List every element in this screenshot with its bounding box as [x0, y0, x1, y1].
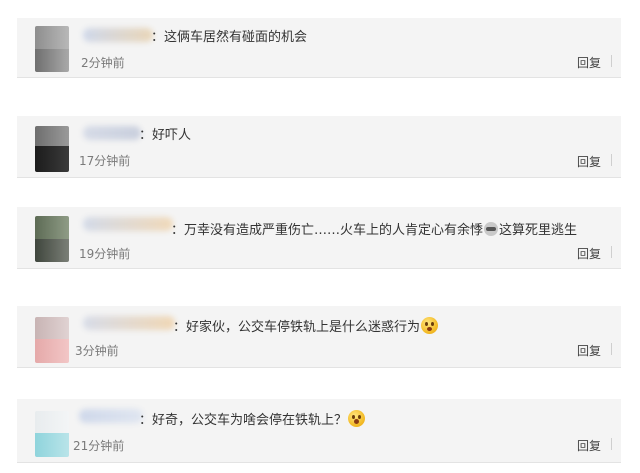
divider [611, 55, 612, 67]
avatar[interactable] [35, 26, 69, 72]
comment-time: 21分钟前 [73, 439, 125, 453]
username-blurred[interactable] [83, 28, 153, 42]
username-blurred[interactable] [79, 409, 143, 423]
comment-card: ：万幸没有造成严重伤亡……火车上的人肯定心有余悸 这算死里逃生 19分钟前 回复 [17, 207, 621, 269]
comment-text-part: ：万幸没有造成严重伤亡……火车上的人肯定心有余悸 [171, 223, 484, 238]
reply-button[interactable]: 回复 [577, 342, 601, 359]
comment-text-part: 这算死里逃生 [499, 223, 578, 238]
reply-button[interactable]: 回复 [577, 54, 601, 71]
comment-text: ：好奇，公交车为啥会停在铁轨上？ [139, 409, 366, 428]
grimace-emoji-icon [484, 221, 499, 236]
avatar[interactable] [35, 126, 69, 172]
comment-text-part: ：好奇，公交车为啥会停在铁轨上？ [139, 413, 348, 428]
thinking-emoji-icon [421, 317, 439, 334]
comment-card: ：好奇，公交车为啥会停在铁轨上？ 21分钟前 回复 [17, 399, 621, 463]
reply-button[interactable]: 回复 [577, 437, 601, 454]
username-blurred[interactable] [83, 316, 175, 330]
comment-text: ：好家伙，公交车停铁轨上是什么迷惑行为 [173, 316, 439, 335]
comment-text: ：这俩车居然有碰面的机会 [151, 30, 308, 45]
comment-card: ：好吓人 17分钟前 回复 [17, 116, 621, 178]
avatar[interactable] [35, 216, 69, 262]
divider [611, 246, 612, 258]
comment-card: ：好家伙，公交车停铁轨上是什么迷惑行为 3分钟前 回复 [17, 306, 621, 368]
divider [611, 343, 612, 355]
comment-card: ：这俩车居然有碰面的机会 2分钟前 回复 [17, 18, 621, 78]
divider [611, 438, 612, 450]
divider [611, 154, 612, 166]
comment-text-part: ：好家伙，公交车停铁轨上是什么迷惑行为 [173, 320, 421, 335]
reply-button[interactable]: 回复 [577, 153, 601, 170]
surprised-emoji-icon [348, 410, 366, 427]
comment-text: ：万幸没有造成严重伤亡……火车上的人肯定心有余悸 这算死里逃生 [171, 219, 577, 238]
comment-time: 17分钟前 [79, 154, 131, 168]
comment-time: 2分钟前 [81, 56, 125, 70]
comment-time: 3分钟前 [75, 344, 119, 358]
reply-button[interactable]: 回复 [577, 245, 601, 262]
username-blurred[interactable] [83, 126, 141, 140]
username-blurred[interactable] [83, 217, 173, 231]
comment-text: ：好吓人 [139, 128, 192, 143]
avatar[interactable] [35, 411, 69, 457]
avatar[interactable] [35, 317, 69, 363]
comment-time: 19分钟前 [79, 247, 131, 261]
